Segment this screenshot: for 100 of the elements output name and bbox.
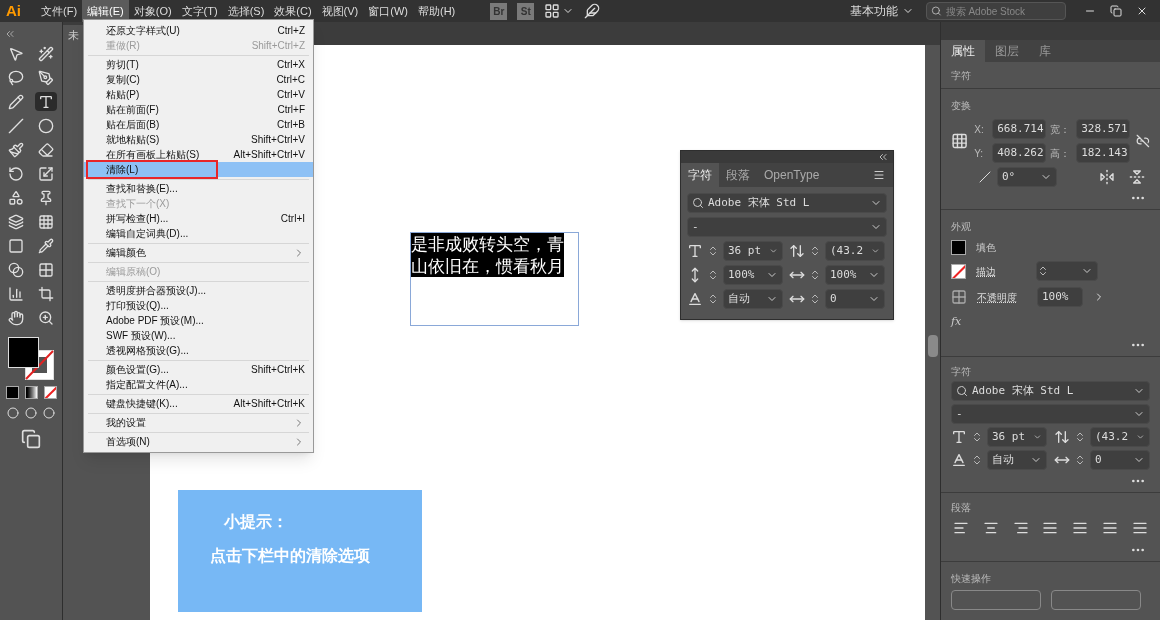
value-field[interactable]: 100% [825,265,885,285]
menu-item[interactable]: 贴在后面(B) Ctrl+B [84,117,313,132]
align-icon[interactable] [1042,520,1059,536]
panel-tab[interactable]: 库 [1029,40,1061,62]
menu-item[interactable]: 编辑(E) [82,0,129,22]
opacity-link[interactable]: 不透明度 [977,289,1027,305]
menu-item[interactable]: 复制(C) Ctrl+C [84,72,313,87]
menu-item[interactable]: 指定配置文件(A)... [84,377,313,392]
panel-tab[interactable]: 图层 [985,40,1029,62]
menu-item[interactable]: Adobe PDF 预设(M)... [84,313,313,328]
value-field[interactable]: 自动 [723,289,783,309]
menu-item[interactable]: 透明度拼合器预设(J)... [84,283,313,298]
draw-mode-icon[interactable] [7,407,19,419]
menu-item[interactable]: 透视网格预设(G)... [84,343,313,358]
menu-item[interactable]: 在所有画板上粘贴(S) Alt+Shift+Ctrl+V [84,147,313,162]
stepper-icon[interactable] [707,245,719,257]
stepper-icon[interactable] [971,431,983,443]
menu-item[interactable]: 文件(F) [36,0,83,22]
menu-item[interactable]: 编辑颜色 [84,245,313,260]
menu-item[interactable]: 拼写检查(H)... Ctrl+I [84,211,313,226]
flip-horizontal-icon[interactable] [1099,169,1115,185]
flip-vertical-icon[interactable] [1129,169,1145,185]
align-icon[interactable] [1012,520,1029,536]
stepper-icon[interactable] [707,293,719,305]
fill-stroke-swatches-drawing[interactable] [8,337,54,380]
align-icon[interactable] [953,520,969,536]
stroke-weight-field[interactable] [1036,261,1098,281]
value-field[interactable]: (43.2 [1090,427,1150,447]
feather-icon[interactable] [584,3,601,19]
search-field[interactable]: 搜索 Adobe Stock [926,2,1066,20]
restore-icon[interactable] [1110,5,1122,17]
value-field[interactable]: 328.571 [1076,119,1131,139]
menu-icon[interactable] [873,169,885,181]
value-field[interactable]: 自动 [987,450,1047,470]
menu-item[interactable]: 首选项(N) [84,434,313,449]
menu-item[interactable]: 粘贴(P) Ctrl+V [84,87,313,102]
panel-tab[interactable]: 字符 [681,163,719,187]
stepper-icon[interactable] [707,269,719,281]
angle-field[interactable]: 0° [997,167,1057,187]
scrollbar-thumb[interactable] [927,335,938,357]
align-icon[interactable] [1102,520,1119,536]
stroke-swatch[interactable] [951,263,966,279]
menu-item[interactable]: 就地粘贴(S) Shift+Ctrl+V [84,132,313,147]
none-mode-button[interactable] [43,386,57,399]
layout-icon[interactable] [544,3,561,19]
menu-item[interactable]: 效果(C) [269,0,317,22]
unlink-icon[interactable] [1136,133,1150,149]
menu-item[interactable]: 文字(T) [176,0,223,22]
screen-mode-icon[interactable] [21,429,41,449]
menu-item[interactable]: 贴在前面(F) Ctrl+F [84,102,313,117]
align-icon[interactable] [1131,520,1148,536]
menu-item[interactable]: 帮助(H) [413,0,461,22]
menu-item[interactable]: 清除(L) [84,162,313,177]
value-field[interactable]: 668.714 [992,119,1047,139]
menu-item[interactable]: 剪切(T) Ctrl+X [84,57,313,72]
panel-tab[interactable]: OpenType [757,163,827,187]
menu-item[interactable]: 选择(S) [222,0,270,22]
stepper-icon[interactable] [809,245,821,257]
value-field[interactable]: 36 pt [723,241,783,261]
stepper-icon[interactable] [1074,431,1086,443]
stepper-icon[interactable] [1074,454,1086,466]
close-icon[interactable] [1136,5,1148,17]
value-field[interactable]: 408.262 [992,143,1047,163]
document-tab[interactable]: 未 [63,25,84,45]
reference-point-icon[interactable] [951,131,969,151]
align-icon[interactable] [1072,520,1089,536]
menu-item[interactable]: 视图(V) [316,0,364,22]
font-style-field[interactable]: - [687,217,887,237]
draw-mode-icon[interactable] [43,407,55,419]
font-field[interactable]: Adobe 宋体 Std L [951,381,1150,401]
value-field[interactable]: 0 [1090,450,1150,470]
gradient-mode-button[interactable] [24,386,38,399]
fill-swatch[interactable] [951,239,966,255]
value-field[interactable]: (43.2 [825,241,885,261]
align-icon[interactable] [982,520,999,536]
menu-item[interactable]: 打印预设(Q)... [84,298,313,313]
menu-item[interactable]: 颜色设置(G)... Shift+Ctrl+K [84,362,313,377]
value-field[interactable]: 100% [723,265,783,285]
menu-item[interactable]: 对象(O) [128,0,177,22]
menu-item[interactable]: 我的设置 [84,415,313,430]
menu-item[interactable]: 还原文字样式(U) Ctrl+Z [84,23,313,38]
font-style-field[interactable]: - [951,404,1150,424]
panel-tab[interactable]: 属性 [941,40,985,62]
value-field[interactable]: 182.143 [1076,143,1131,163]
value-field[interactable]: 36 pt [987,427,1047,447]
stepper-icon[interactable] [809,269,821,281]
draw-mode-icon[interactable] [25,407,37,419]
stepper-icon[interactable] [809,293,821,305]
collapse-icon[interactable] [4,28,16,40]
color-mode-button[interactable] [5,386,19,399]
value-field[interactable]: 0 [825,289,885,309]
stroke-link[interactable]: 描边 [976,263,1026,279]
collapse-icon[interactable] [877,151,889,163]
value-field[interactable]: 100% [1037,287,1083,307]
menu-item[interactable]: 查找和替换(E)... [84,181,313,196]
text-frame[interactable]: 是非成败转头空，青 山依旧在，惯看秋月 [410,232,579,326]
menu-item[interactable]: 键盘快捷键(K)... Alt+Shift+Ctrl+K [84,396,313,411]
stepper-icon[interactable] [971,454,983,466]
menu-item[interactable]: 编辑自定词典(D)... [84,226,313,241]
panel-tab[interactable]: 段落 [719,163,757,187]
